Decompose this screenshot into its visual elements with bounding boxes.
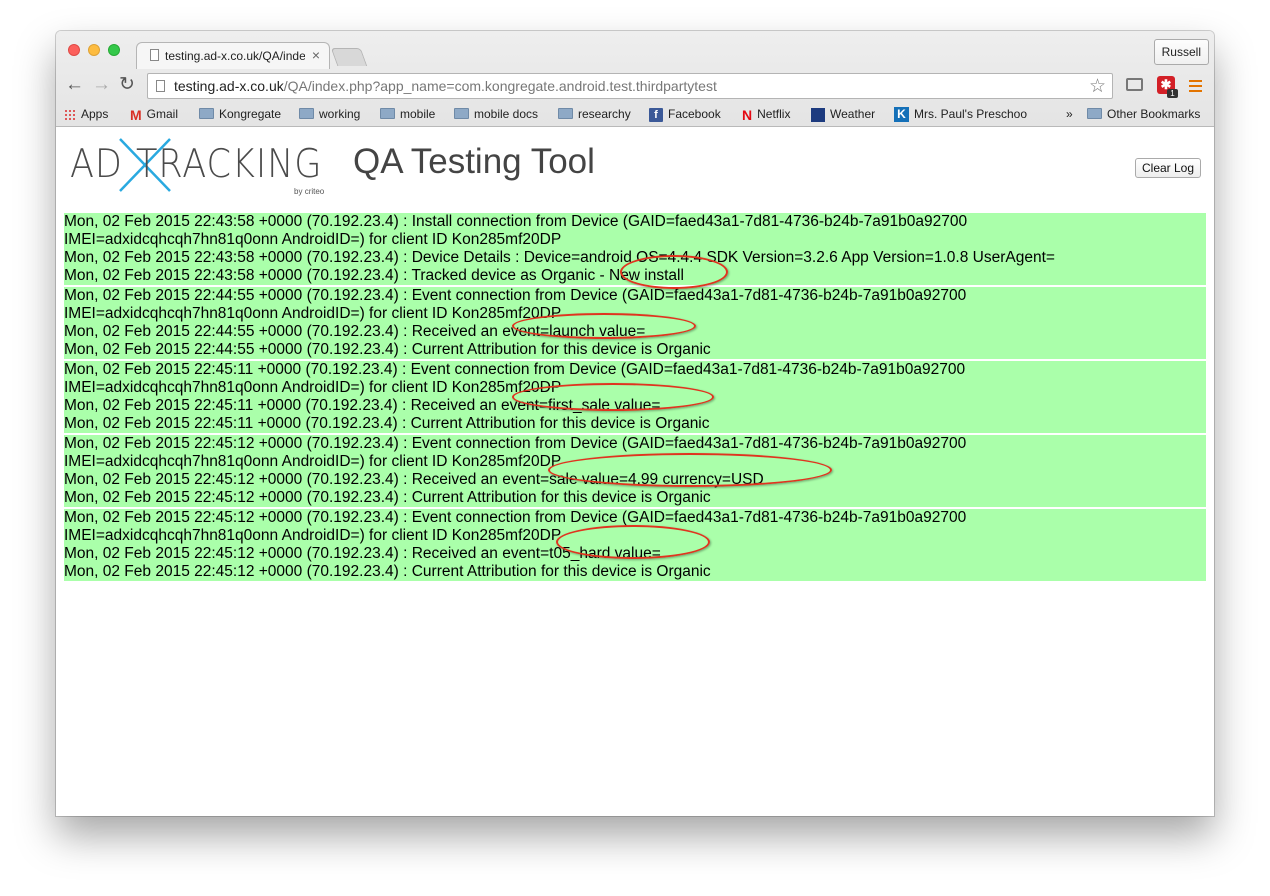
folder-icon [454,108,469,120]
log-entry: Mon, 02 Feb 2015 22:43:58 +0000 (70.192.… [64,213,1206,285]
log-entry: Mon, 02 Feb 2015 22:45:11 +0000 (70.192.… [64,361,1206,433]
bookmark-researchy[interactable]: researchy [558,105,631,123]
bookmark-star-icon[interactable]: ☆ [1089,75,1106,98]
log-line: Mon, 02 Feb 2015 22:45:12 +0000 (70.192.… [64,489,711,506]
folder-icon [199,108,214,120]
bookmark-label: Other Bookmarks [1107,107,1201,121]
address-bar[interactable]: testing.ad-x.co.uk/QA/index.php?app_name… [147,73,1113,99]
clear-log-button[interactable]: Clear Log [1135,158,1202,178]
logo-brand: criteo [304,187,325,196]
log-line: Mon, 02 Feb 2015 22:43:58 +0000 (70.192.… [64,213,968,230]
log-line: Mon, 02 Feb 2015 22:43:58 +0000 (70.192.… [64,267,684,284]
log-line: IMEI=adxidcqhcqh7hn81q0onn AndroidID=) f… [64,305,562,322]
bookmarks-overflow-chevron-icon[interactable]: » [1066,105,1073,123]
log-line: Mon, 02 Feb 2015 22:45:12 +0000 (70.192.… [64,471,764,488]
extension-badge: 1 [1167,89,1178,98]
forward-button[interactable]: → [92,75,111,95]
page-title: QA Testing Tool [353,142,595,181]
log-line: Mon, 02 Feb 2015 22:45:11 +0000 (70.192.… [64,415,710,432]
cast-icon[interactable] [1126,78,1143,91]
menu-icon[interactable] [1189,80,1202,95]
weather-icon [811,107,825,122]
bookmark-netflix[interactable]: N Netflix [742,105,790,123]
bookmark-label: Apps [81,107,109,121]
kaizena-icon: K [894,107,909,123]
folder-icon [299,108,314,120]
bookmark-label: working [319,107,361,121]
folder-icon [1087,108,1102,120]
browser-window: testing.ad-x.co.uk/QA/index × Russell ← … [56,31,1214,816]
bookmark-gmail[interactable]: M Gmail [130,105,178,123]
apps-icon [64,108,76,121]
log-line: Mon, 02 Feb 2015 22:44:55 +0000 (70.192.… [64,341,711,358]
log-entry: Mon, 02 Feb 2015 22:45:12 +0000 (70.192.… [64,435,1206,507]
log-line: Mon, 02 Feb 2015 22:43:58 +0000 (70.192.… [64,249,1055,266]
close-tab-icon[interactable]: × [312,47,320,63]
log-line: IMEI=adxidcqhcqh7hn81q0onn AndroidID=) f… [64,379,562,396]
back-button[interactable]: ← [65,75,84,95]
logo-tracking: TRACKING [136,142,323,187]
profile-button[interactable]: Russell [1153,39,1209,65]
log-line: Mon, 02 Feb 2015 22:45:11 +0000 (70.192.… [64,361,966,378]
bookmark-label: Kongregate [219,107,282,121]
bookmark-mobile[interactable]: mobile [380,105,435,123]
bookmark-working[interactable]: working [299,105,360,123]
logo-ad: AD [70,142,123,187]
bookmark-weather[interactable]: Weather [811,105,875,123]
bookmark-label: Gmail [146,107,179,121]
zoom-window-button[interactable] [108,44,120,56]
close-window-button[interactable] [68,44,80,56]
other-bookmarks[interactable]: Other Bookmarks [1087,105,1200,123]
adx-tracking-logo: AD TRACKING by criteo [70,137,340,196]
netflix-icon: N [742,106,753,123]
new-tab-button[interactable] [330,48,368,66]
bookmark-label: mobile docs [474,107,539,121]
log-entry: Mon, 02 Feb 2015 22:44:55 +0000 (70.192.… [64,287,1206,359]
bookmark-label: mobile [400,107,436,121]
bookmark-label: Weather [830,107,876,121]
log-line: Mon, 02 Feb 2015 22:45:12 +0000 (70.192.… [64,435,967,452]
logo-by: by [294,187,303,196]
url-text[interactable]: testing.ad-x.co.uk/QA/index.php?app_name… [174,78,717,94]
browser-chrome: testing.ad-x.co.uk/QA/index × Russell ← … [56,31,1214,127]
folder-icon [558,108,573,120]
log-line: Mon, 02 Feb 2015 22:44:55 +0000 (70.192.… [64,323,646,340]
reload-button[interactable]: ↻ [119,75,135,95]
bookmark-label: Mrs. Paul's Preschoo [914,107,1027,121]
log-line: Mon, 02 Feb 2015 22:45:12 +0000 (70.192.… [64,563,711,580]
page-content: AD TRACKING by criteo QA Testing Tool Cl… [56,127,1214,816]
bookmark-kongregate[interactable]: Kongregate [199,105,281,123]
bookmark-label: researchy [578,107,631,121]
log-list: Mon, 02 Feb 2015 22:43:58 +0000 (70.192.… [64,213,1206,583]
bookmark-apps[interactable]: Apps [64,105,108,123]
facebook-icon: f [649,107,663,122]
bookmark-mobile-docs[interactable]: mobile docs [454,105,538,123]
bookmark-preschool[interactable]: K Mrs. Paul's Preschoo [894,105,1029,123]
log-line: IMEI=adxidcqhcqh7hn81q0onn AndroidID=) f… [64,231,562,248]
log-line: Mon, 02 Feb 2015 22:45:12 +0000 (70.192.… [64,545,661,562]
bookmark-label: Facebook [668,107,721,121]
logo-byline: by criteo [294,187,324,196]
page-icon [156,80,165,92]
bookmark-label: Netflix [757,107,791,121]
log-line: IMEI=adxidcqhcqh7hn81q0onn AndroidID=) f… [64,527,562,544]
gmail-icon: M [130,106,142,123]
log-line: IMEI=adxidcqhcqh7hn81q0onn AndroidID=) f… [64,453,562,470]
log-entry: Mon, 02 Feb 2015 22:45:12 +0000 (70.192.… [64,509,1206,581]
tab-title: testing.ad-x.co.uk/QA/index [165,49,305,63]
browser-tab[interactable]: testing.ad-x.co.uk/QA/index × [136,42,330,69]
page-icon [150,49,159,61]
log-line: Mon, 02 Feb 2015 22:45:12 +0000 (70.192.… [64,509,967,526]
minimize-window-button[interactable] [88,44,100,56]
url-path: /QA/index.php?app_name=com.kongregate.an… [283,78,717,94]
bookmark-facebook[interactable]: f Facebook [649,105,721,123]
log-line: Mon, 02 Feb 2015 22:45:11 +0000 (70.192.… [64,397,661,414]
url-host: testing.ad-x.co.uk [174,78,284,94]
bookmarks-bar: Apps M Gmail Kongregate working mobile mo… [56,102,1214,124]
folder-icon [380,108,395,120]
log-line: Mon, 02 Feb 2015 22:44:55 +0000 (70.192.… [64,287,967,304]
